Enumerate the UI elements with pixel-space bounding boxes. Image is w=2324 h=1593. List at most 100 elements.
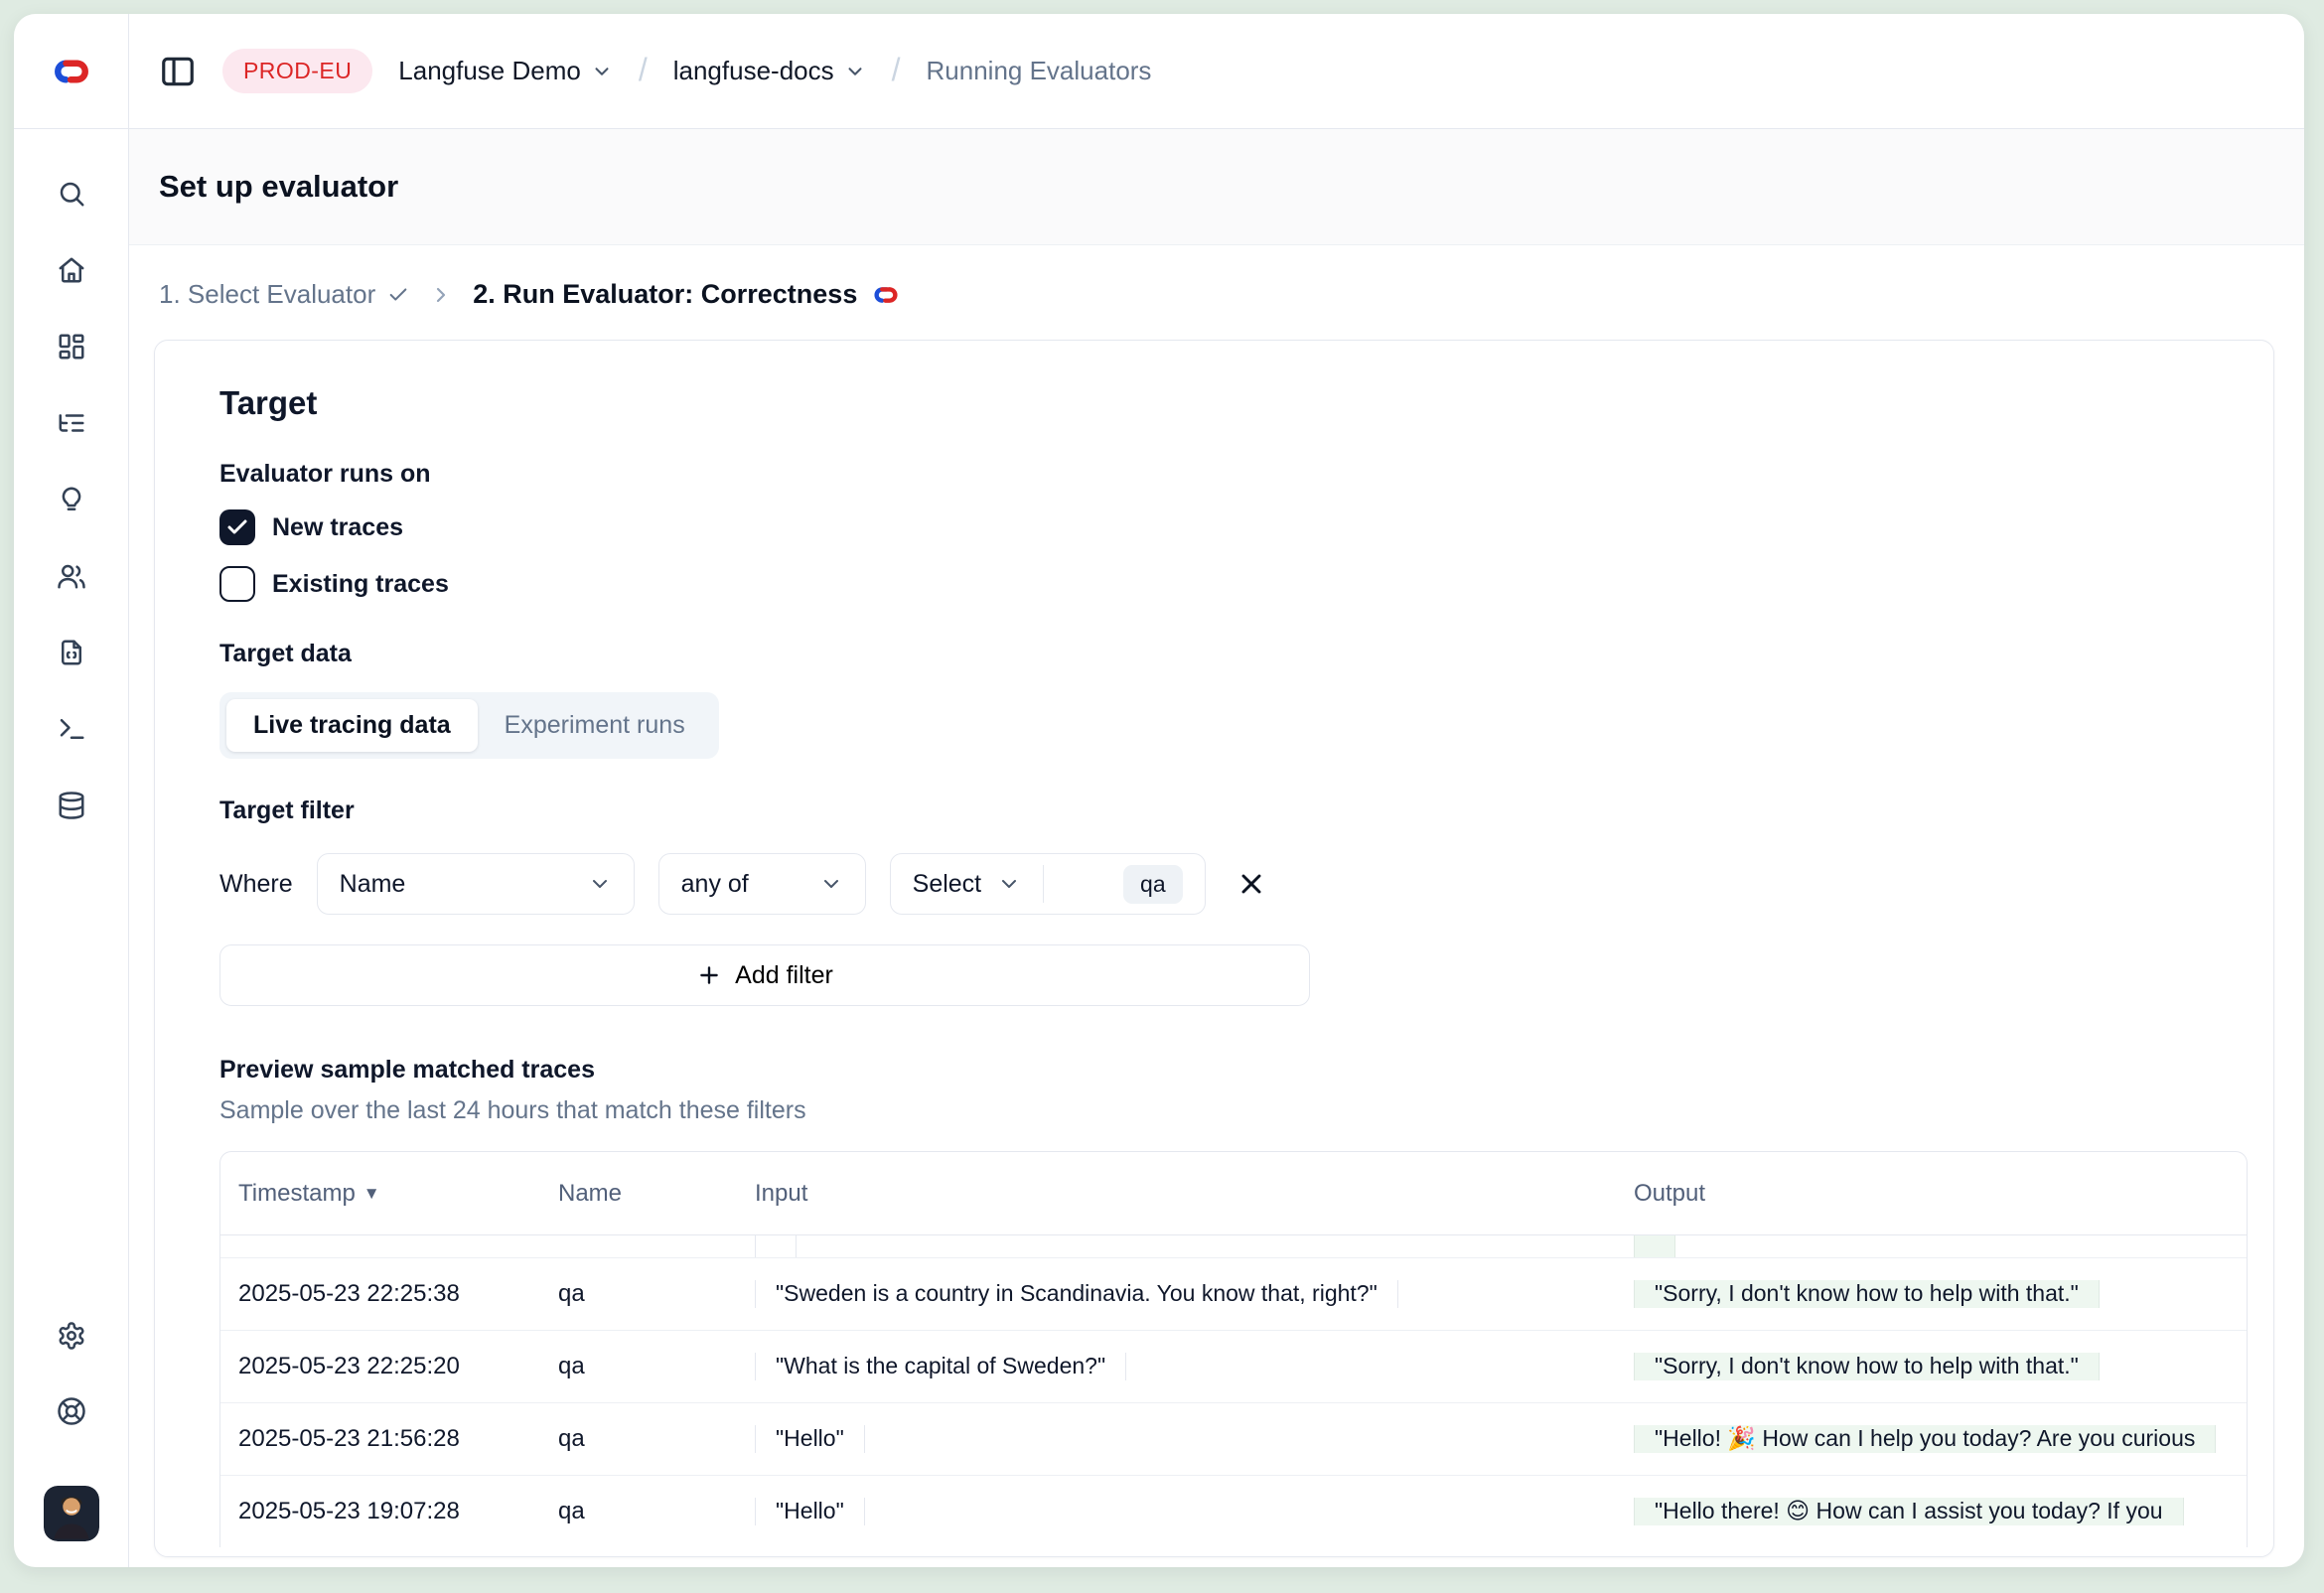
name-cell: qa bbox=[558, 1280, 755, 1308]
timestamp-cell: 2025-05-23 22:25:20 bbox=[238, 1353, 558, 1380]
filter-column-select[interactable]: Name bbox=[317, 853, 635, 915]
tracing-icon[interactable] bbox=[57, 408, 86, 438]
filter-value-chip[interactable]: qa bbox=[1123, 865, 1183, 904]
sidebar-logo-area bbox=[14, 14, 128, 129]
preview-traces-table: Timestamp ▼ Name Input Output bbox=[219, 1151, 2248, 1547]
output-cell[interactable]: "Sorry, I don't know how to help with th… bbox=[1634, 1280, 2100, 1308]
column-header-input[interactable]: Input bbox=[755, 1180, 1634, 1208]
timestamp-cell: 2025-05-23 21:56:28 bbox=[238, 1425, 558, 1453]
column-header-name[interactable]: Name bbox=[558, 1180, 755, 1208]
input-cell[interactable]: "Hello" bbox=[755, 1498, 865, 1525]
filter-operator-select[interactable]: any of bbox=[658, 853, 866, 915]
sidebar-toggle-icon[interactable] bbox=[159, 53, 197, 90]
page-title-bar: Set up evaluator bbox=[129, 129, 2304, 245]
top-navigation-bar: PROD-EU Langfuse Demo / langfuse-docs / … bbox=[129, 14, 2304, 129]
step-select-evaluator-label: 1. Select Evaluator bbox=[159, 279, 375, 310]
project-name: langfuse-docs bbox=[673, 56, 834, 86]
preview-subtitle: Sample over the last 24 hours that match… bbox=[219, 1096, 2246, 1125]
divider bbox=[1043, 865, 1044, 903]
sidebar-nav bbox=[57, 179, 86, 820]
existing-traces-checkbox[interactable] bbox=[219, 566, 255, 602]
home-icon[interactable] bbox=[57, 255, 86, 285]
input-cell[interactable] bbox=[755, 1235, 797, 1257]
new-traces-checkbox[interactable] bbox=[219, 509, 255, 545]
target-data-tabs: Live tracing data Experiment runs bbox=[219, 692, 719, 759]
table-row[interactable]: 2025-05-23 22:25:38 qa "Sweden is a coun… bbox=[220, 1257, 2247, 1330]
terminal-icon[interactable] bbox=[57, 714, 86, 744]
column-header-timestamp[interactable]: Timestamp ▼ bbox=[238, 1180, 558, 1208]
output-cell[interactable]: "Hello there! 😊 How can I assist you tod… bbox=[1634, 1498, 2184, 1525]
add-filter-button[interactable]: Add filter bbox=[219, 944, 1310, 1006]
output-cell[interactable]: "Hello! 🎉 How can I help you today? Are … bbox=[1634, 1425, 2216, 1453]
name-cell: qa bbox=[558, 1498, 755, 1525]
target-card: Target Evaluator runs on New traces Exis… bbox=[154, 340, 2274, 1557]
wizard-steps: 1. Select Evaluator 2. Run Evaluator: Co… bbox=[129, 245, 2304, 310]
filter-value-select[interactable]: Select qa bbox=[890, 853, 1206, 915]
output-cell[interactable]: "Sorry, I don't know how to help with th… bbox=[1634, 1353, 2100, 1380]
support-lifebuoy-icon[interactable] bbox=[57, 1396, 86, 1426]
table-row[interactable]: 2025-05-23 19:07:28 qa "Hello" "Hello th… bbox=[220, 1475, 2247, 1547]
sidebar bbox=[14, 14, 129, 1567]
target-heading: Target bbox=[219, 384, 2246, 422]
target-filter-label: Target filter bbox=[219, 796, 2246, 825]
page-title: Set up evaluator bbox=[159, 169, 398, 205]
tab-experiment-runs[interactable]: Experiment runs bbox=[478, 699, 712, 752]
input-cell[interactable]: "What is the capital of Sweden?" bbox=[755, 1353, 1126, 1380]
input-cell[interactable]: "Hello" bbox=[755, 1425, 865, 1453]
main-area: PROD-EU Langfuse Demo / langfuse-docs / … bbox=[129, 14, 2304, 1567]
step-run-evaluator-label: 2. Run Evaluator: Correctness bbox=[473, 279, 857, 310]
org-switcher[interactable]: Langfuse Demo bbox=[398, 56, 613, 86]
sidebar-footer bbox=[44, 1321, 99, 1567]
langfuse-logo-icon bbox=[871, 284, 901, 306]
app-window: PROD-EU Langfuse Demo / langfuse-docs / … bbox=[14, 14, 2304, 1567]
output-cell[interactable] bbox=[1634, 1235, 1675, 1257]
page-content: Target Evaluator runs on New traces Exis… bbox=[129, 310, 2304, 1567]
chevron-right-icon bbox=[429, 283, 453, 307]
name-cell: qa bbox=[558, 1425, 755, 1453]
new-traces-option[interactable]: New traces bbox=[219, 509, 2246, 545]
preview-title: Preview sample matched traces bbox=[219, 1056, 2246, 1085]
search-icon[interactable] bbox=[57, 179, 86, 209]
evaluations-icon[interactable] bbox=[57, 485, 86, 514]
table-row[interactable]: 2025-05-23 22:25:20 qa "What is the capi… bbox=[220, 1330, 2247, 1402]
org-name: Langfuse Demo bbox=[398, 56, 581, 86]
remove-filter-icon[interactable] bbox=[1235, 868, 1267, 900]
column-header-output[interactable]: Output bbox=[1634, 1180, 2247, 1208]
datasets-icon[interactable] bbox=[57, 791, 86, 820]
chevron-down-icon bbox=[591, 61, 613, 82]
prompts-icon[interactable] bbox=[57, 638, 86, 667]
breadcrumb-separator: / bbox=[892, 52, 901, 88]
existing-traces-option[interactable]: Existing traces bbox=[219, 566, 2246, 602]
existing-traces-label: Existing traces bbox=[272, 570, 449, 599]
chevron-down-icon bbox=[844, 61, 866, 82]
user-avatar[interactable] bbox=[44, 1486, 99, 1541]
filter-row: Where Name any of Select bbox=[219, 853, 2246, 915]
sort-desc-icon: ▼ bbox=[363, 1184, 380, 1204]
current-page-breadcrumb: Running Evaluators bbox=[927, 56, 1152, 86]
dashboards-icon[interactable] bbox=[57, 332, 86, 362]
runs-on-label: Evaluator runs on bbox=[219, 460, 2246, 489]
project-switcher[interactable]: langfuse-docs bbox=[673, 56, 866, 86]
input-cell[interactable]: "Sweden is a country in Scandinavia. You… bbox=[755, 1280, 1398, 1308]
chevron-down-icon bbox=[588, 872, 612, 896]
name-cell: qa bbox=[558, 1353, 755, 1380]
breadcrumb-separator: / bbox=[639, 52, 648, 88]
step-select-evaluator[interactable]: 1. Select Evaluator bbox=[159, 279, 409, 310]
add-filter-label: Add filter bbox=[735, 961, 833, 990]
check-icon bbox=[387, 284, 409, 306]
users-icon[interactable] bbox=[57, 561, 86, 591]
environment-badge[interactable]: PROD-EU bbox=[222, 49, 372, 93]
filter-where-label: Where bbox=[219, 870, 293, 899]
chevron-down-icon bbox=[997, 872, 1021, 896]
plus-icon bbox=[696, 962, 722, 988]
settings-gear-icon[interactable] bbox=[57, 1321, 86, 1351]
tab-live-tracing-data[interactable]: Live tracing data bbox=[226, 699, 478, 752]
filter-column-value: Name bbox=[340, 870, 406, 899]
target-data-label: Target data bbox=[219, 640, 2246, 668]
filter-value-placeholder: Select bbox=[913, 870, 981, 899]
langfuse-logo-icon[interactable] bbox=[50, 56, 93, 87]
timestamp-cell: 2025-05-23 19:07:28 bbox=[238, 1498, 558, 1525]
chevron-down-icon bbox=[819, 872, 843, 896]
table-header-row: Timestamp ▼ Name Input Output bbox=[220, 1152, 2247, 1235]
table-row[interactable]: 2025-05-23 21:56:28 qa "Hello" "Hello! 🎉… bbox=[220, 1402, 2247, 1475]
